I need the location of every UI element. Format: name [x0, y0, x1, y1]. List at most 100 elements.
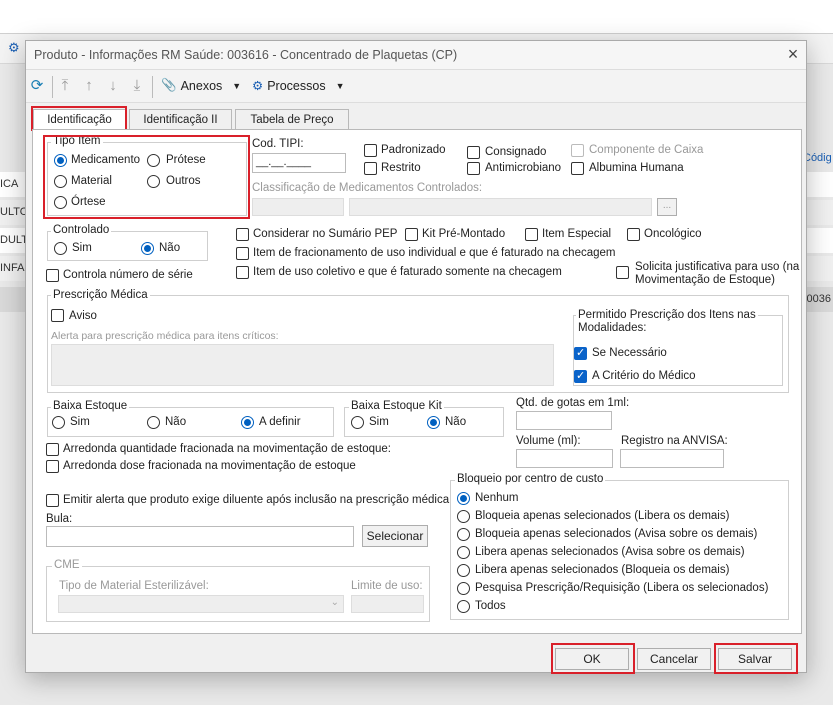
- cancelar-button[interactable]: Cancelar: [637, 648, 711, 670]
- oncologico-label: Oncológico: [644, 228, 702, 240]
- permitido-label-1: Permitido Prescrição dos Itens nas: [576, 309, 758, 321]
- antimicrobiano-checkbox[interactable]: [467, 162, 480, 175]
- consignado-checkbox[interactable]: [467, 146, 480, 159]
- radio-bloqueio-label: Libera apenas selecionados (Avisa sobre …: [475, 546, 745, 558]
- radio-bloqueio-4[interactable]: [457, 564, 470, 577]
- highlight-salvar: [714, 643, 798, 674]
- padronizado-checkbox[interactable]: [364, 144, 377, 157]
- radio-protese[interactable]: [147, 154, 160, 167]
- radio-controlado-nao-label: Não: [159, 242, 181, 254]
- radio-kit-nao[interactable]: [427, 416, 440, 429]
- emitir-alerta-checkbox[interactable]: [46, 494, 59, 507]
- radio-bloqueio-1[interactable]: [457, 510, 470, 523]
- tab-identificacao-ii[interactable]: Identificação II: [129, 109, 232, 130]
- classificacao-code-input[interactable]: [252, 198, 344, 216]
- radio-material[interactable]: [54, 175, 67, 188]
- item-especial-checkbox[interactable]: [525, 228, 538, 241]
- refresh-icon[interactable]: ⟳: [28, 77, 46, 95]
- move-up-icon[interactable]: ↑: [80, 77, 98, 95]
- radio-bloqueio-todos[interactable]: [457, 600, 470, 613]
- tipo-material-select[interactable]: ⌄: [58, 595, 344, 613]
- paperclip-icon: 📎: [161, 78, 177, 92]
- qtd-gotas-input[interactable]: [516, 411, 612, 430]
- radio-bloqueio-5[interactable]: [457, 582, 470, 595]
- antimicrobiano-label: Antimicrobiano: [485, 162, 562, 174]
- radio-kit-nao-label: Não: [445, 416, 467, 428]
- chevron-down-icon: ⌄: [330, 597, 339, 608]
- arredonda-qtd-checkbox[interactable]: [46, 443, 59, 456]
- fracionamento-label: Item de fracionamento de uso individual …: [253, 247, 616, 259]
- limite-uso-label: Limite de uso:: [351, 580, 423, 592]
- arredonda-qtd-label: Arredonda quantidade fracionada na movim…: [63, 443, 391, 455]
- close-icon[interactable]: ×: [782, 44, 804, 66]
- processos-button[interactable]: ⚙ Processos ▼: [252, 78, 345, 94]
- radio-bloqueio-2[interactable]: [457, 528, 470, 541]
- move-first-icon[interactable]: ⤒: [56, 77, 74, 95]
- radio-baixa-sim-label: Sim: [70, 416, 90, 428]
- restrito-label: Restrito: [381, 162, 421, 174]
- se-necessario-checkbox[interactable]: [574, 346, 587, 360]
- move-down-icon[interactable]: ↓: [104, 77, 122, 95]
- radio-outros[interactable]: [147, 175, 160, 188]
- fracionamento-checkbox[interactable]: [236, 247, 249, 260]
- bula-input[interactable]: [46, 526, 354, 547]
- anexos-button[interactable]: 📎 Anexos ▼: [161, 78, 241, 93]
- volume-label: Volume (ml):: [516, 435, 581, 447]
- restrito-checkbox[interactable]: [364, 162, 377, 175]
- consignado-label: Consignado: [485, 146, 547, 158]
- radio-ortese-label: Órtese: [71, 196, 106, 208]
- gear-icon[interactable]: ⚙: [8, 40, 20, 56]
- alerta-textarea[interactable]: [51, 344, 554, 386]
- background-window-header: [0, 0, 833, 34]
- radio-controlado-sim[interactable]: [54, 242, 67, 255]
- cod-tipi-input[interactable]: __.__.____: [252, 153, 346, 173]
- radio-outros-label: Outros: [166, 175, 201, 187]
- qtd-gotas-label: Qtd. de gotas em 1ml:: [516, 397, 630, 409]
- permitido-label-2: Modalidades:: [576, 322, 649, 334]
- radio-bloqueio-3[interactable]: [457, 546, 470, 559]
- radio-baixa-sim[interactable]: [52, 416, 65, 429]
- justificativa-checkbox[interactable]: [616, 266, 629, 279]
- cme-label: CME: [52, 559, 82, 571]
- controla-serie-label: Controla número de série: [63, 269, 193, 281]
- radio-kit-sim[interactable]: [351, 416, 364, 429]
- albumina-checkbox[interactable]: [571, 162, 584, 175]
- arredonda-dose-checkbox[interactable]: [46, 460, 59, 473]
- componente-caixa-label: Componente de Caixa: [589, 144, 704, 156]
- radio-baixa-definir[interactable]: [241, 416, 254, 429]
- radio-bloqueio-label: Bloqueia apenas selecionados (Libera os …: [475, 510, 730, 522]
- selecionar-button[interactable]: Selecionar: [362, 525, 428, 547]
- uso-coletivo-checkbox[interactable]: [236, 266, 249, 279]
- classificacao-lookup-button[interactable]: ...: [657, 198, 677, 216]
- radio-baixa-nao[interactable]: [147, 416, 160, 429]
- controla-serie-checkbox[interactable]: [46, 269, 59, 282]
- registro-anvisa-label: Registro na ANVISA:: [621, 435, 728, 447]
- baixa-kit-label: Baixa Estoque Kit: [349, 400, 444, 412]
- chevron-down-icon: ▼: [335, 80, 345, 91]
- registro-anvisa-input[interactable]: [620, 449, 724, 468]
- move-last-icon[interactable]: ⤓: [128, 77, 146, 95]
- oncologico-checkbox[interactable]: [627, 228, 640, 241]
- radio-ortese[interactable]: [54, 196, 67, 209]
- componente-caixa-checkbox[interactable]: [571, 144, 584, 157]
- toolbar-separator: [52, 76, 53, 98]
- classificacao-desc-input[interactable]: [349, 198, 652, 216]
- radio-baixa-nao-label: Não: [165, 416, 187, 428]
- radio-bloqueio-label: Pesquisa Prescrição/Requisição (Libera o…: [475, 582, 769, 594]
- limite-uso-input[interactable]: [351, 595, 424, 613]
- sumario-pep-checkbox[interactable]: [236, 228, 249, 241]
- radio-controlado-sim-label: Sim: [72, 242, 92, 254]
- kit-premontado-checkbox[interactable]: [405, 228, 418, 241]
- radio-controlado-nao[interactable]: [141, 242, 154, 255]
- controlado-label: Controlado: [51, 224, 112, 236]
- tab-tabela-de-preco[interactable]: Tabela de Preço: [235, 109, 349, 130]
- emitir-alerta-label: Emitir alerta que produto exige diluente…: [63, 494, 450, 506]
- criterio-medico-label: A Critério do Médico: [592, 370, 696, 382]
- volume-input[interactable]: [516, 449, 613, 468]
- baixa-estoque-label: Baixa Estoque: [51, 400, 130, 412]
- highlight-tab: [31, 106, 127, 131]
- aviso-checkbox[interactable]: [51, 309, 64, 322]
- radio-medicamento[interactable]: [54, 154, 67, 167]
- criterio-medico-checkbox[interactable]: [574, 369, 587, 383]
- radio-bloqueio-nenhum[interactable]: [457, 492, 470, 505]
